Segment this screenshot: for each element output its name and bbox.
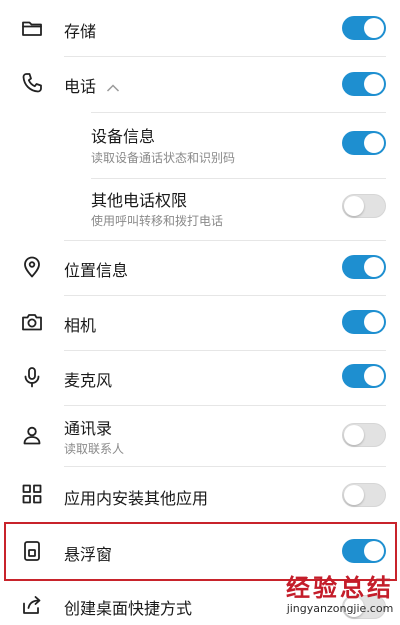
floating-window-toggle[interactable] [342, 539, 386, 563]
permission-row-camera[interactable]: 相机 [0, 295, 400, 350]
storage-toggle[interactable] [342, 16, 386, 40]
microphone-toggle[interactable] [342, 364, 386, 388]
permission-title: 悬浮窗 [64, 545, 113, 564]
permission-title: 电话 [64, 73, 120, 97]
phone-toggle[interactable] [342, 72, 386, 96]
watermark-logo: 经验总结 [286, 574, 394, 602]
other-phone-toggle[interactable] [342, 194, 386, 218]
location-toggle[interactable] [342, 255, 386, 279]
permission-row-device-info[interactable]: 设备信息 读取设备通话状态和识别码 [0, 112, 400, 178]
permission-title: 其他电话权限 [91, 191, 188, 210]
permission-title: 位置信息 [64, 261, 129, 280]
watermark-url: jingyanzongjie.com [286, 602, 394, 615]
permission-row-microphone[interactable]: 麦克风 [0, 350, 400, 405]
permission-subtitle: 使用呼叫转移和拨打电话 [91, 214, 224, 228]
permission-title: 应用内安装其他应用 [64, 489, 209, 508]
person-icon [18, 421, 46, 449]
location-pin-icon [18, 253, 46, 281]
camera-toggle[interactable] [342, 310, 386, 334]
folder-icon [18, 14, 46, 42]
permission-title: 麦克风 [64, 371, 113, 390]
camera-icon [18, 308, 46, 336]
permission-row-other-phone[interactable]: 其他电话权限 使用呼叫转移和拨打电话 [0, 178, 400, 240]
permission-title: 通讯录 [64, 419, 113, 438]
microphone-icon [18, 363, 46, 391]
install-apps-toggle[interactable] [342, 483, 386, 507]
app-grid-icon [18, 480, 46, 508]
permission-row-install-apps[interactable]: 应用内安装其他应用 [0, 466, 400, 522]
permission-title: 相机 [64, 316, 97, 335]
permission-row-location[interactable]: 位置信息 [0, 240, 400, 295]
permission-row-floating-window[interactable]: 悬浮窗 [0, 522, 400, 581]
permission-row-storage[interactable]: 存储 [0, 0, 400, 56]
permission-row-phone[interactable]: 电话 [0, 56, 400, 112]
permission-title: 创建桌面快捷方式 [64, 599, 193, 618]
watermark: 经验总结 jingyanzongjie.com [286, 574, 394, 616]
device-info-toggle[interactable] [342, 131, 386, 155]
chevron-up-icon[interactable] [106, 78, 120, 97]
contacts-toggle[interactable] [342, 423, 386, 447]
permission-subtitle: 读取设备通话状态和识别码 [91, 151, 236, 165]
permission-subtitle: 读取联系人 [64, 442, 125, 456]
share-arrow-icon [18, 591, 46, 619]
permission-title: 存储 [64, 22, 97, 41]
permission-list: 存储 电话 设备信息 读取设备通话状态和识别码 其他电话权限 使用呼叫转移和拨打… [0, 0, 400, 625]
phone-icon [18, 69, 46, 97]
floating-window-icon [18, 537, 46, 565]
permission-title: 设备信息 [91, 127, 156, 146]
permission-row-contacts[interactable]: 通讯录 读取联系人 [0, 405, 400, 466]
